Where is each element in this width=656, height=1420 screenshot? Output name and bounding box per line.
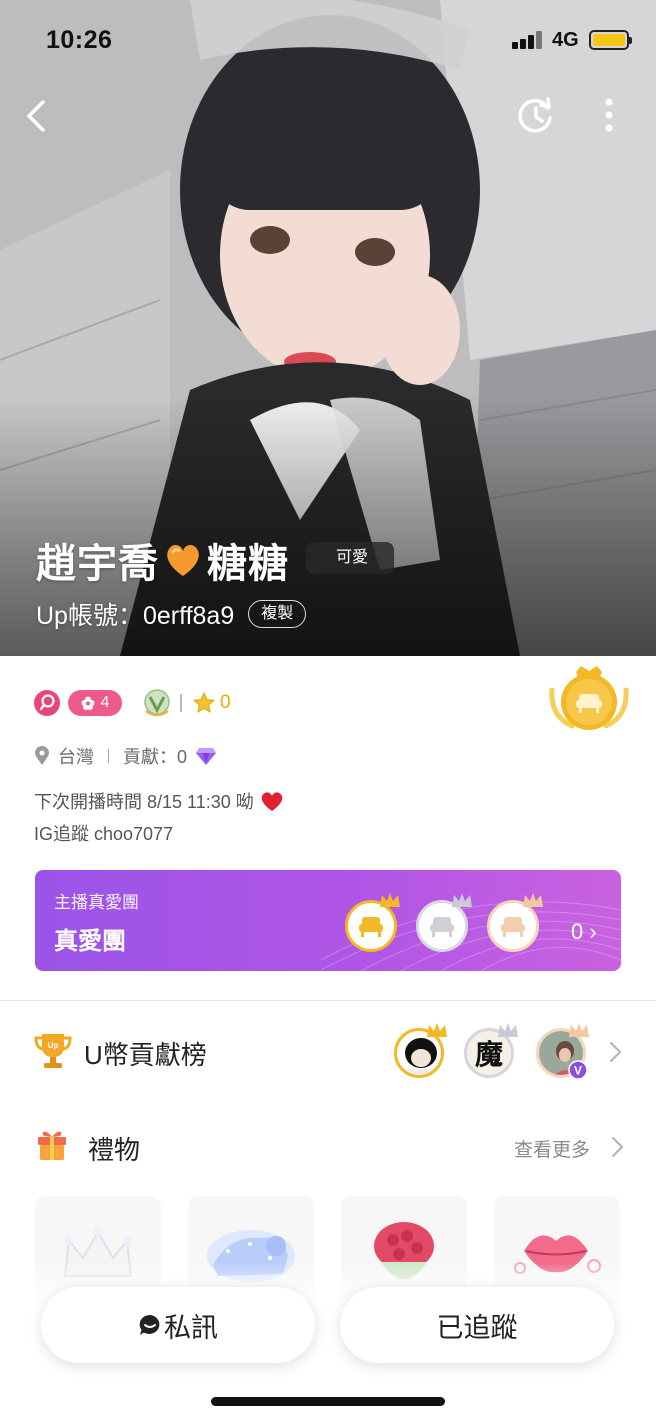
orange-heart-icon [167,545,199,576]
level-value: 4 [100,694,110,711]
search-badge-icon[interactable] [34,690,60,716]
badge-row: 4 0 [34,689,231,717]
contribution-ranking-row[interactable]: Up U幣貢獻榜 魔 V [34,1023,624,1082]
avatar-image [403,1038,439,1075]
crown-icon [380,893,400,907]
message-label: 私訊 [164,1312,218,1343]
more-button[interactable] [594,96,624,136]
follow-button[interactable]: 已追蹤 [340,1287,614,1363]
verified-badge: V [568,1060,588,1080]
avatar-text: 魔 [474,1038,503,1071]
bio-line1-text: 下次開播時間 8/15 11:30 呦 [34,792,254,812]
ranking-title: U幣貢獻榜 [84,1040,207,1070]
star-icon [192,691,216,714]
fan-club-label: 主播真愛團 [54,893,139,912]
battery-icon [589,30,632,50]
crown-medal-icon[interactable] [548,664,630,734]
svg-text:Up: Up [48,1041,59,1050]
location-region: 台灣 [58,747,94,767]
diamond-icon [196,748,217,765]
back-icon [27,100,45,132]
seat-icon [430,917,454,937]
location-pin-icon [35,746,49,765]
status-time: 10:26 [46,26,113,54]
crown-icon [498,1023,518,1037]
crown-icon [523,893,543,907]
more-icon [605,98,613,132]
chevron-right-icon [609,1041,622,1063]
seat-icon [359,917,383,937]
message-button[interactable]: 私訊 [41,1287,315,1363]
fan-club-count[interactable]: 0 › [571,919,597,945]
bio-line2: IG追蹤 choo7077 [34,824,174,844]
section-divider [0,1000,656,1001]
signal-icon [512,31,546,49]
red-heart-icon [261,792,283,811]
name-part1: 趙宇喬 [36,542,159,586]
share-button[interactable] [516,96,556,136]
status-bar: 10:26 4G [0,0,656,80]
profile-name: 趙宇喬 糖糖 [36,532,289,588]
fan-club-title: 真愛團 [54,928,126,955]
contribution-value: 貢獻：0 [123,747,188,767]
crown-icon [569,1023,589,1037]
gift-icon [38,1131,66,1160]
fan-club-card[interactable]: 主播真愛團 真愛團 [35,870,621,971]
bio-line1: 下次開播時間 8/15 11:30 呦 [34,788,284,814]
network-type: 4G [552,29,579,51]
share-icon [518,97,552,133]
account-id: Up帳號：0erff8a9 [36,602,235,630]
location-divider [108,749,109,763]
chevron-right-icon[interactable] [610,1136,624,1158]
back-button[interactable] [18,96,58,136]
trophy-icon: Up [34,1034,72,1068]
seat-icon [501,917,525,937]
flower-icon [81,696,95,710]
follow-label: 已追蹤 [436,1312,518,1343]
level-badge: 4 [68,690,122,716]
crown-icon [427,1023,447,1037]
message-bubble-icon [139,1314,160,1335]
star-count: 0 [220,692,231,713]
gifts-header: 禮物 查看更多 [34,1122,624,1174]
badge-divider [180,694,182,712]
home-indicator[interactable] [211,1397,445,1406]
crown-icon [452,893,472,907]
gifts-more-link[interactable]: 查看更多 [514,1135,590,1162]
emblem-icon [144,689,170,717]
location-row: 台灣 貢獻：0 [34,743,217,769]
name-part2: 糖糖 [207,542,289,586]
copy-id-button[interactable]: 複製 [248,600,307,628]
svg-text:V: V [574,1064,582,1078]
account-id-row: Up帳號：0erff8a9 複製 [36,596,307,632]
gifts-title: 禮物 [88,1135,141,1165]
profile-tag: 可愛 [306,542,395,574]
